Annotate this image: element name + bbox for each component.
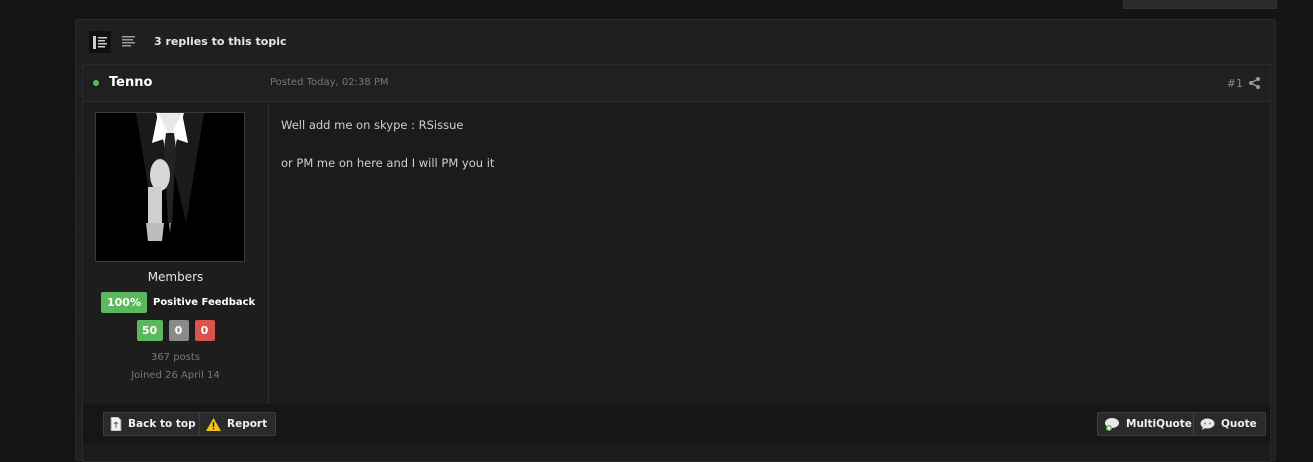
post: Tenno Posted Today, 02:38 PM #1 Members … <box>82 64 1271 462</box>
warning-icon <box>206 417 221 431</box>
feedback-counts: 50 0 0 <box>83 320 268 341</box>
author-info: Members 100% Positive Feedback 50 0 0 36… <box>83 102 269 404</box>
report-label: Report <box>227 418 268 430</box>
post-controls: Back to top Report MultiQuote Quote <box>83 404 1270 444</box>
back-to-top-label: Back to top <box>128 418 196 430</box>
multiquote-icon <box>1104 417 1120 431</box>
negative-count[interactable]: 0 <box>194 320 215 341</box>
positive-count[interactable]: 50 <box>136 320 163 341</box>
feedback-percent: 100% <box>101 292 147 313</box>
reply-count: 3 replies to this topic <box>154 35 287 48</box>
post-number[interactable]: #1 <box>1227 77 1243 90</box>
author-name[interactable]: Tenno <box>109 75 152 90</box>
post-paragraph: Well add me on skype : RSissue <box>281 118 464 132</box>
list-view-icon <box>93 35 107 49</box>
post-count: 367 posts <box>150 352 201 363</box>
list-view-button[interactable] <box>89 31 111 53</box>
post-content: Well add me on skype : RSissue or PM me … <box>281 117 494 193</box>
quote-icon <box>1200 418 1215 431</box>
page-icon <box>110 417 122 431</box>
feedback-label: Positive Feedback <box>152 297 256 308</box>
top-tab[interactable] <box>1123 0 1277 9</box>
topic-panel: 3 replies to this topic Tenno Posted Tod… <box>75 19 1276 462</box>
multiquote-label: MultiQuote <box>1126 418 1192 430</box>
quote-label: Quote <box>1221 418 1257 430</box>
post-date: Posted Today, 02:38 PM <box>270 77 389 88</box>
compact-view-icon <box>121 36 135 47</box>
post-paragraph: or PM me on here and I will PM you it <box>281 156 495 170</box>
neutral-count[interactable]: 0 <box>168 320 189 341</box>
multiquote-button[interactable]: MultiQuote <box>1097 412 1201 436</box>
topic-header: 3 replies to this topic <box>76 20 1275 62</box>
online-indicator <box>93 80 99 86</box>
back-to-top-button[interactable]: Back to top <box>103 412 205 436</box>
avatar-image <box>96 113 244 261</box>
report-button[interactable]: Report <box>199 412 277 436</box>
quote-button[interactable]: Quote <box>1193 412 1266 436</box>
compact-view-button[interactable] <box>117 31 139 53</box>
post-header: Tenno Posted Today, 02:38 PM #1 <box>83 65 1270 102</box>
share-icon[interactable] <box>1249 77 1260 89</box>
feedback[interactable]: 100% Positive Feedback <box>101 292 255 313</box>
member-group: Members <box>147 270 204 284</box>
join-date: Joined 26 April 14 <box>131 370 220 381</box>
avatar[interactable] <box>95 112 245 262</box>
